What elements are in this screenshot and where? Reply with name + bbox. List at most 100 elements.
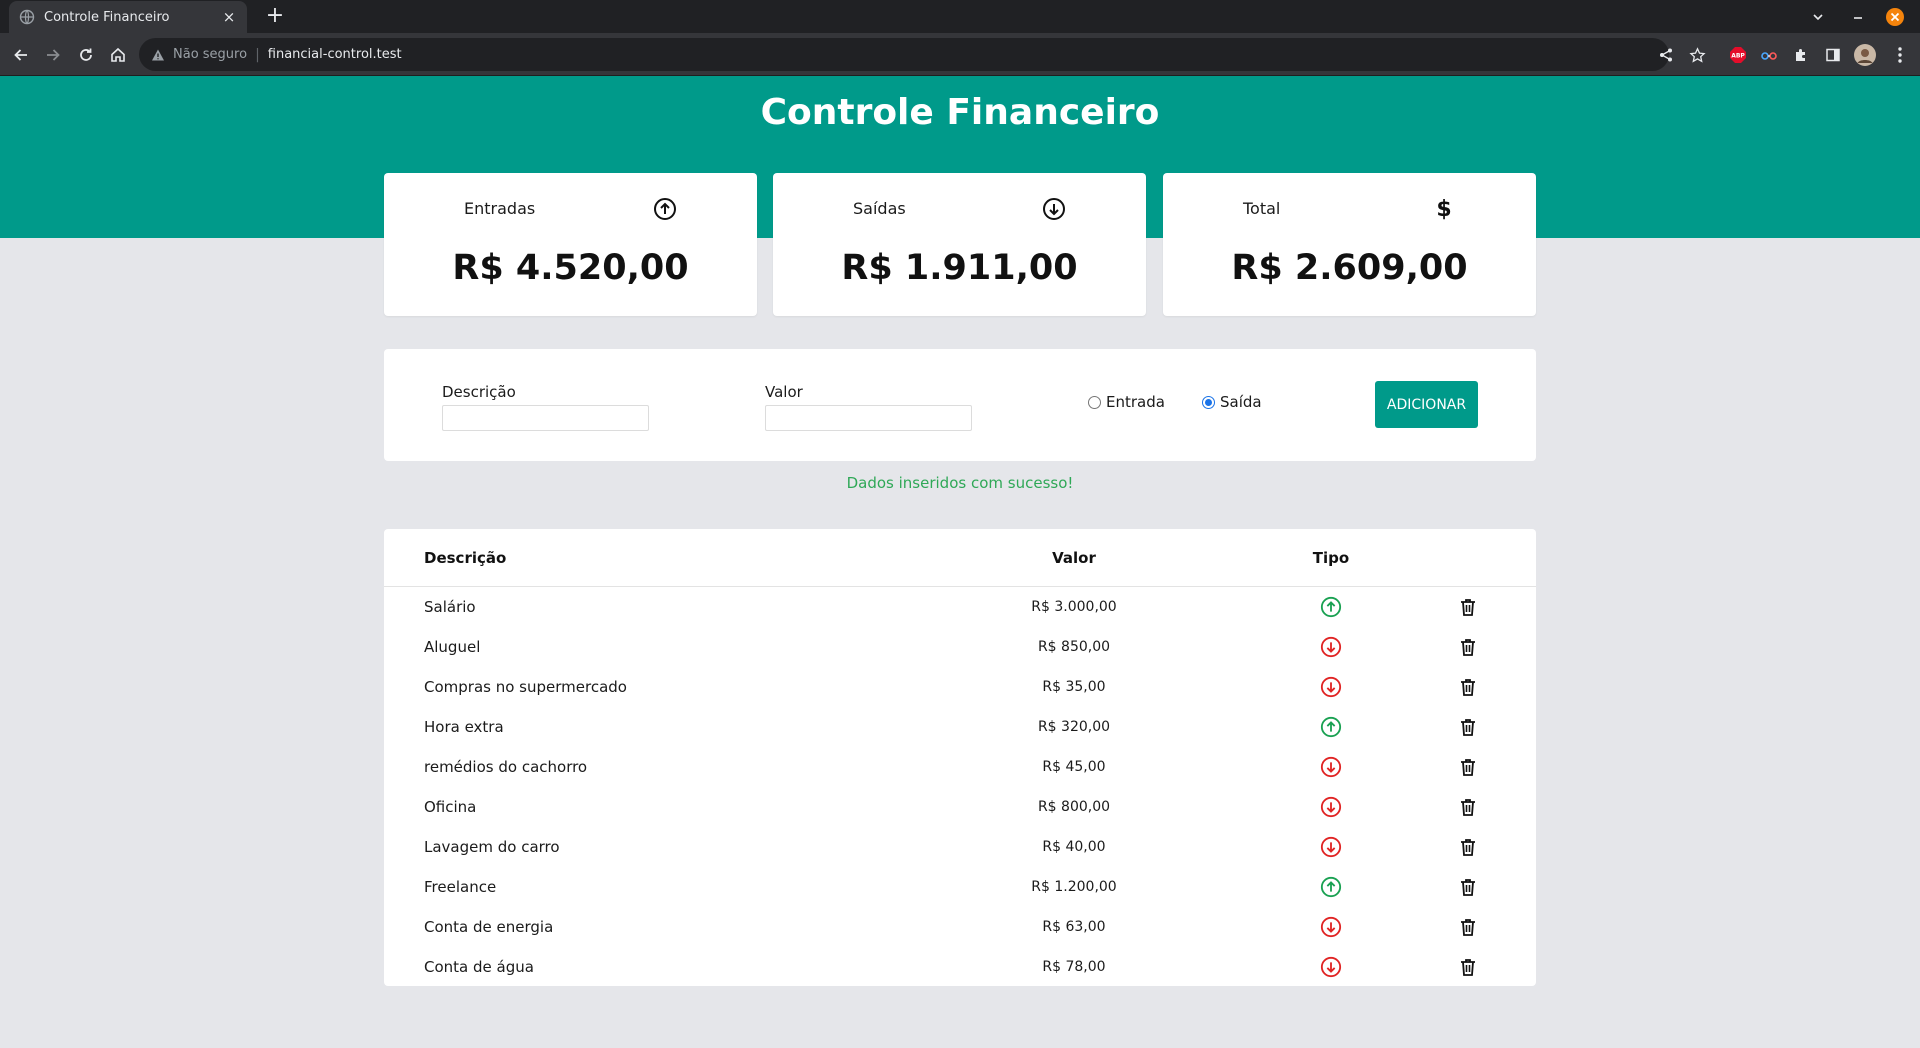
arrow-up-circle-icon <box>653 197 677 221</box>
minimize-button[interactable] <box>1846 5 1870 29</box>
trash-icon[interactable] <box>1456 915 1480 939</box>
row-description: remédios do cachorro <box>424 758 588 776</box>
arrow-down-circle-icon <box>1319 955 1343 979</box>
row-description: Conta de água <box>424 958 534 976</box>
transaction-form: Descrição Valor Entrada Saída ADICIONAR <box>384 349 1536 461</box>
table-row: Salário R$ 3.000,00 <box>384 587 1536 627</box>
arrow-up-circle-icon <box>1319 715 1343 739</box>
add-button[interactable]: ADICIONAR <box>1375 381 1478 428</box>
radio-expense[interactable]: Saída <box>1202 393 1262 411</box>
arrow-down-circle-icon <box>1319 635 1343 659</box>
trash-icon[interactable] <box>1456 715 1480 739</box>
arrow-up-circle-icon <box>1319 595 1343 619</box>
column-header-amount: Valor <box>1052 549 1096 567</box>
tab-close-icon[interactable]: × <box>221 8 237 26</box>
home-icon[interactable] <box>106 43 130 67</box>
arrow-down-circle-icon <box>1042 197 1066 221</box>
profile-avatar[interactable] <box>1853 43 1877 67</box>
extensions-puzzle-icon[interactable] <box>1789 43 1813 67</box>
forward-arrow-icon[interactable] <box>41 43 65 67</box>
card-label: Entradas <box>464 199 536 218</box>
address-bar[interactable]: Não seguro | financial-control.test <box>139 38 1669 71</box>
row-description: Lavagem do carro <box>424 838 560 856</box>
share-icon[interactable] <box>1654 43 1678 67</box>
description-input[interactable] <box>442 405 649 431</box>
trash-icon[interactable] <box>1456 875 1480 899</box>
row-description: Aluguel <box>424 638 481 656</box>
table-header: Descrição Valor Tipo <box>384 529 1536 587</box>
bookmark-star-icon[interactable] <box>1685 43 1709 67</box>
summary-card-income: Entradas R$ 4.520,00 <box>384 173 757 316</box>
row-amount: R$ 35,00 <box>1042 679 1106 695</box>
amount-input[interactable] <box>765 405 972 431</box>
summary-card-expense: Saídas R$ 1.911,00 <box>773 173 1146 316</box>
table-row: Aluguel R$ 850,00 <box>384 627 1536 667</box>
table-row: Conta de água R$ 78,00 <box>384 947 1536 987</box>
arrow-down-circle-icon <box>1319 755 1343 779</box>
card-label: Saídas <box>853 199 906 218</box>
trash-icon[interactable] <box>1456 795 1480 819</box>
column-header-type: Tipo <box>1312 549 1350 567</box>
amount-label: Valor <box>765 383 803 401</box>
row-amount: R$ 63,00 <box>1042 919 1106 935</box>
row-description: Hora extra <box>424 718 504 736</box>
back-arrow-icon[interactable] <box>9 43 33 67</box>
table-row: Conta de energia R$ 63,00 <box>384 907 1536 947</box>
summary-card-total: Total $ R$ 2.609,00 <box>1163 173 1536 316</box>
row-description: Freelance <box>424 878 497 896</box>
security-label[interactable]: Não seguro <box>173 47 247 62</box>
transactions-table: Descrição Valor Tipo Salário R$ 3.000,00 A… <box>384 529 1536 986</box>
arrow-down-circle-icon <box>1319 795 1343 819</box>
success-message: Dados inseridos com sucesso! <box>846 474 1074 492</box>
trash-icon[interactable] <box>1456 835 1480 859</box>
row-amount: R$ 3.000,00 <box>1031 599 1117 615</box>
browser-toolbar: Não seguro | financial-control.test ABP <box>0 33 1920 76</box>
row-amount: R$ 850,00 <box>1037 639 1111 655</box>
arrow-down-circle-icon <box>1319 675 1343 699</box>
trash-icon[interactable] <box>1456 675 1480 699</box>
row-amount: R$ 45,00 <box>1042 759 1106 775</box>
arrow-down-circle-icon <box>1319 835 1343 859</box>
card-value: R$ 1.911,00 <box>841 248 1078 288</box>
trash-icon[interactable] <box>1456 955 1480 979</box>
table-row: Hora extra R$ 320,00 <box>384 707 1536 747</box>
radio-income[interactable]: Entrada <box>1088 393 1165 411</box>
adblock-extension-icon[interactable]: ABP <box>1726 43 1750 67</box>
side-panel-icon[interactable] <box>1821 43 1845 67</box>
dollar-sign-icon: $ <box>1436 196 1452 222</box>
browser-tab[interactable]: Controle Financeiro × <box>9 1 247 33</box>
reload-icon[interactable] <box>74 43 98 67</box>
row-description: Oficina <box>424 798 477 816</box>
tab-search-icon[interactable] <box>1806 5 1830 29</box>
card-label: Total <box>1243 199 1281 218</box>
adblock-badge-text: ABP <box>1731 53 1745 60</box>
tab-title: Controle Financeiro <box>44 9 170 25</box>
trash-icon[interactable] <box>1456 755 1480 779</box>
globe-icon <box>19 9 35 25</box>
table-row: remédios do cachorro R$ 45,00 <box>384 747 1536 787</box>
radio-expense-label: Saída <box>1220 393 1262 411</box>
url-text[interactable]: financial-control.test <box>268 47 402 62</box>
row-amount: R$ 1.200,00 <box>1031 879 1117 895</box>
table-row: Compras no supermercado R$ 35,00 <box>384 667 1536 707</box>
card-value: R$ 4.520,00 <box>452 248 689 288</box>
browser-menu-icon[interactable] <box>1888 43 1912 67</box>
row-amount: R$ 78,00 <box>1042 959 1106 975</box>
column-header-description: Descrição <box>424 549 507 567</box>
table-row: Freelance R$ 1.200,00 <box>384 867 1536 907</box>
row-amount: R$ 40,00 <box>1042 839 1106 855</box>
glasses-extension-icon[interactable] <box>1757 43 1781 67</box>
trash-icon[interactable] <box>1456 635 1480 659</box>
trash-icon[interactable] <box>1456 595 1480 619</box>
radio-income-button[interactable] <box>1088 395 1101 409</box>
table-row: Oficina R$ 800,00 <box>384 787 1536 827</box>
close-window-button[interactable] <box>1883 5 1907 29</box>
radio-expense-button[interactable] <box>1202 395 1215 409</box>
arrow-up-circle-icon <box>1319 875 1343 899</box>
page-content: Controle Financeiro Entradas R$ 4.520,00… <box>0 76 1920 1048</box>
arrow-down-circle-icon <box>1319 915 1343 939</box>
new-tab-button[interactable]: + <box>262 3 288 29</box>
description-label: Descrição <box>442 383 516 401</box>
radio-income-label: Entrada <box>1106 393 1165 411</box>
row-description: Salário <box>424 598 476 616</box>
